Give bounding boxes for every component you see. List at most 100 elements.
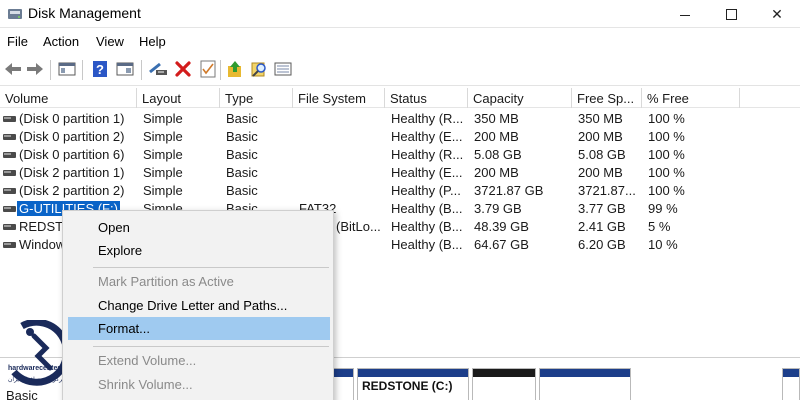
properties-pane-button[interactable] <box>114 58 136 80</box>
cell-type: Basic <box>226 129 258 144</box>
partition-block-unallocated[interactable] <box>472 368 536 400</box>
cell-free-space: 3.77 GB <box>578 201 626 216</box>
cell-percent-free: 100 % <box>648 183 685 198</box>
cell-layout: Simple <box>143 129 183 144</box>
search-button[interactable] <box>248 58 270 80</box>
toolbar-separator <box>141 60 142 80</box>
toolbar-separator <box>82 60 83 80</box>
column-header-volume[interactable]: Volume <box>0 88 137 108</box>
column-header-layout[interactable]: Layout <box>137 88 220 108</box>
column-header-status[interactable]: Status <box>385 88 468 108</box>
properties-button[interactable] <box>197 58 219 80</box>
menu-separator <box>93 267 329 268</box>
menu-file[interactable]: File <box>7 34 28 49</box>
partition-bar <box>331 369 353 377</box>
cell-status: Healthy (B... <box>391 201 463 216</box>
cell-percent-free: 100 % <box>648 129 685 144</box>
drive-icon <box>3 224 16 230</box>
cell-file-system: (BitLo... <box>336 219 381 234</box>
cell-capacity: 64.67 GB <box>474 237 529 252</box>
delete-button[interactable] <box>172 58 194 80</box>
minimize-icon <box>680 14 690 16</box>
menu-view[interactable]: View <box>96 34 124 49</box>
cell-free-space: 200 MB <box>578 165 623 180</box>
watermark-tagline: مرکز سخت افزار ایران <box>8 377 66 383</box>
table-row[interactable]: (Disk 0 partition 6) Simple Basic Health… <box>0 145 800 163</box>
cell-capacity: 3.79 GB <box>474 201 522 216</box>
properties-pane-icon <box>116 62 134 76</box>
forward-button[interactable] <box>24 58 46 80</box>
cell-free-space: 6.20 GB <box>578 237 626 252</box>
cell-volume: (Disk 0 partition 1) <box>19 111 125 126</box>
column-header-percent-free[interactable]: % Free <box>642 88 740 108</box>
cell-capacity: 200 MB <box>474 129 519 144</box>
cell-capacity: 350 MB <box>474 111 519 126</box>
menu-item-format[interactable]: Format... <box>68 317 330 340</box>
menu-item-change-drive-letter[interactable]: Change Drive Letter and Paths... <box>63 294 333 317</box>
title-bar: Disk Management ✕ <box>0 0 800 28</box>
partition-block-redstone[interactable]: REDSTONE (C:) <box>357 368 469 400</box>
toolbar-separator <box>50 60 51 80</box>
delete-icon <box>175 61 191 77</box>
connect-drive-icon <box>149 62 167 75</box>
drive-icon <box>3 116 16 122</box>
table-row[interactable]: (Disk 2 partition 1) Simple Basic Health… <box>0 163 800 181</box>
drive-icon <box>3 242 16 248</box>
cell-layout: Simple <box>143 147 183 162</box>
cell-capacity: 5.08 GB <box>474 147 522 162</box>
drive-icon <box>3 206 16 212</box>
cell-capacity: 3721.87 GB <box>474 183 544 198</box>
partition-bar <box>473 369 535 377</box>
close-icon: ✕ <box>771 5 783 22</box>
list-view-icon <box>274 62 292 76</box>
window-title: Disk Management <box>28 5 141 21</box>
menu-item-explore[interactable]: Explore <box>63 239 333 262</box>
back-arrow-icon <box>5 63 21 75</box>
cell-free-space: 200 MB <box>578 129 623 144</box>
menu-action[interactable]: Action <box>43 34 79 49</box>
table-row[interactable]: (Disk 2 partition 2) Simple Basic Health… <box>0 181 800 199</box>
cell-percent-free: 100 % <box>648 147 685 162</box>
menu-item-mark-active[interactable]: Mark Partition as Active <box>63 270 333 293</box>
cell-layout: Simple <box>143 111 183 126</box>
menu-help[interactable]: Help <box>139 34 166 49</box>
table-row[interactable]: (Disk 0 partition 2) Simple Basic Health… <box>0 127 800 145</box>
context-menu: Open Explore Mark Partition as Active Ch… <box>62 210 334 400</box>
maximize-icon <box>725 8 737 20</box>
cell-percent-free: 5 % <box>648 219 671 234</box>
cell-layout: Simple <box>143 183 183 198</box>
drive-icon <box>3 134 16 140</box>
cell-percent-free: 100 % <box>648 111 685 126</box>
svg-text:?: ? <box>96 62 104 77</box>
new-folder-up-icon <box>228 61 241 77</box>
column-header-type[interactable]: Type <box>220 88 293 108</box>
cell-free-space: 2.41 GB <box>578 219 626 234</box>
toolbar: ? <box>0 54 800 86</box>
back-button[interactable] <box>2 58 24 80</box>
console-tree-button[interactable] <box>56 58 78 80</box>
menu-item-extend-volume[interactable]: Extend Volume... <box>63 349 333 372</box>
menu-item-shrink-volume[interactable]: Shrink Volume... <box>63 373 333 396</box>
search-magnifier-icon <box>251 62 266 77</box>
column-header-file-system[interactable]: File System <box>293 88 385 108</box>
table-row[interactable]: (Disk 0 partition 1) Simple Basic Health… <box>0 109 800 127</box>
list-view-button[interactable] <box>272 58 294 80</box>
menu-item-open[interactable]: Open <box>63 216 333 239</box>
partition-block[interactable] <box>782 368 800 400</box>
column-header-capacity[interactable]: Capacity <box>468 88 572 108</box>
connect-drive-button[interactable] <box>147 58 169 80</box>
close-button[interactable]: ✕ <box>754 0 800 28</box>
help-icon: ? <box>93 61 107 77</box>
partition-block[interactable] <box>539 368 631 400</box>
cell-free-space: 350 MB <box>578 111 623 126</box>
minimize-button[interactable] <box>662 0 708 28</box>
help-button[interactable]: ? <box>89 58 111 80</box>
maximize-button[interactable] <box>708 0 754 28</box>
cell-status: Healthy (B... <box>391 237 463 252</box>
cell-free-space: 3721.87... <box>578 183 636 198</box>
cell-status: Healthy (P... <box>391 183 461 198</box>
up-folder-button[interactable] <box>224 58 246 80</box>
partition-label: REDSTONE (C:) <box>362 379 453 393</box>
column-header-free-space[interactable]: Free Sp... <box>572 88 642 108</box>
cell-status: Healthy (R... <box>391 111 464 126</box>
